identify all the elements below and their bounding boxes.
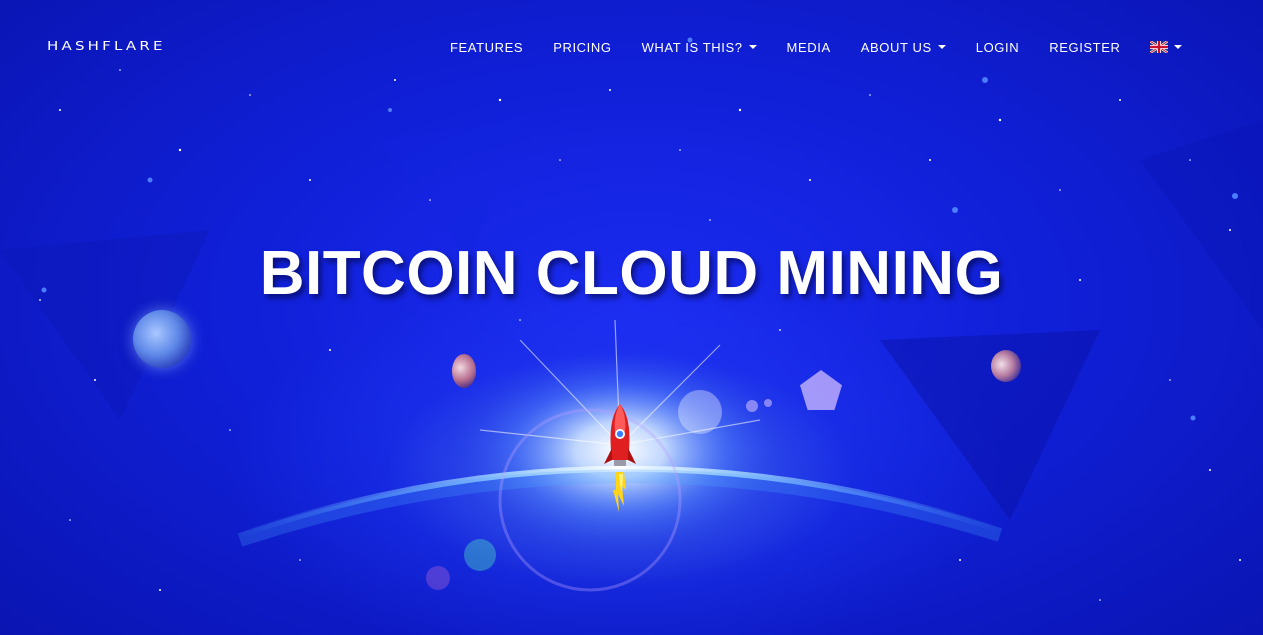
caret-down-icon <box>937 45 946 49</box>
rocket-icon <box>604 404 636 512</box>
main-nav: FEATURES PRICING WHAT IS THIS? MEDIA ABO… <box>450 39 1212 55</box>
planet-icon <box>133 310 191 368</box>
hashflare-logo[interactable]: HASHFLARE <box>47 38 166 53</box>
nav-what-is-this-dropdown[interactable]: WHAT IS THIS? <box>642 40 757 55</box>
hero-headline: BITCOIN CLOUD MINING <box>259 239 1004 308</box>
nav-about-us-label: ABOUT US <box>860 39 932 55</box>
hero-section: HASHFLARE FEATURES PRICING WHAT IS THIS?… <box>0 0 1263 635</box>
nav-features-label: FEATURES <box>450 39 524 55</box>
nav-login[interactable]: LOGIN <box>976 40 1019 55</box>
nav-register-label: REGISTER <box>1049 39 1121 55</box>
nav-media-label: MEDIA <box>786 39 831 55</box>
nav-what-is-this-label: WHAT IS THIS? <box>641 39 743 55</box>
caret-down-icon <box>748 45 757 49</box>
top-navbar: HASHFLARE FEATURES PRICING WHAT IS THIS?… <box>0 0 1263 92</box>
nav-media[interactable]: MEDIA <box>787 40 831 55</box>
starfield-background <box>0 37 1263 601</box>
caret-down-icon <box>1174 45 1183 49</box>
nav-register[interactable]: REGISTER <box>1049 40 1120 55</box>
nav-features[interactable]: FEATURES <box>450 40 523 55</box>
uk-flag-icon <box>1150 41 1169 53</box>
nav-login-label: LOGIN <box>975 39 1020 55</box>
language-selector[interactable] <box>1150 41 1183 53</box>
nav-about-us-dropdown[interactable]: ABOUT US <box>861 40 946 55</box>
nav-pricing[interactable]: PRICING <box>553 40 611 55</box>
planet-icon <box>452 354 476 388</box>
planet-icon <box>991 350 1021 382</box>
nav-pricing-label: PRICING <box>553 39 612 55</box>
